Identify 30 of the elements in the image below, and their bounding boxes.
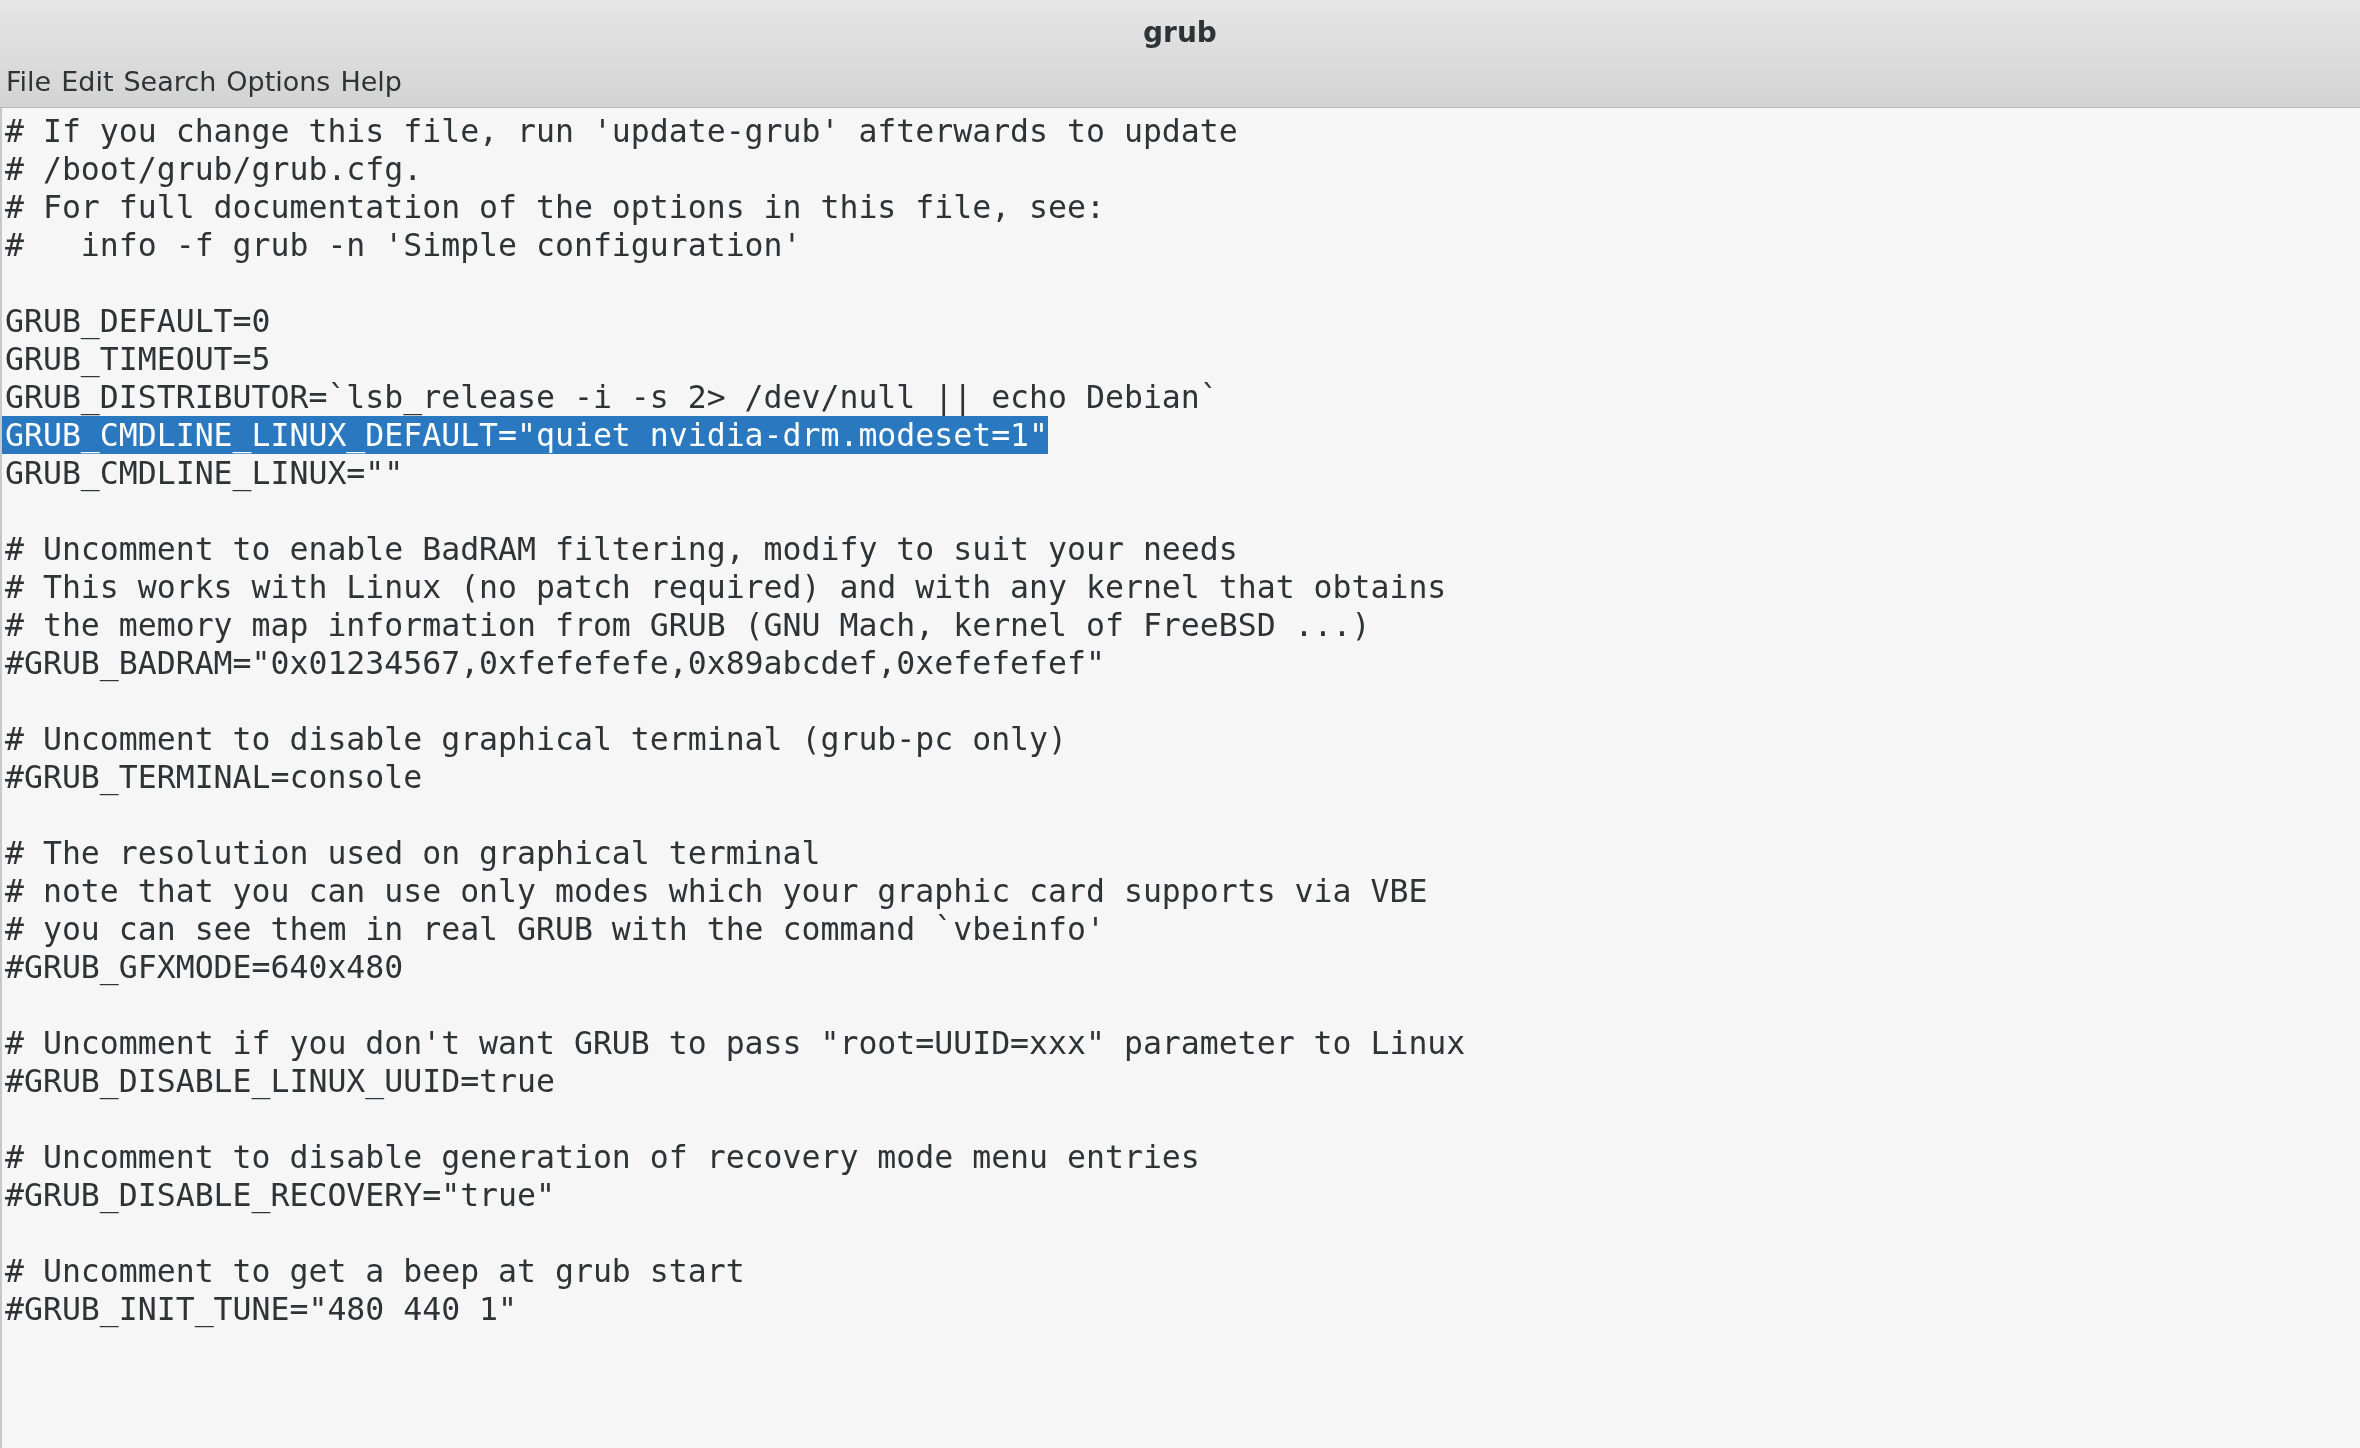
code-line: #GRUB_INIT_TUNE="480 440 1" [4, 1290, 518, 1328]
menu-item[interactable]: File [6, 64, 52, 100]
window-title: grub [1143, 16, 1217, 49]
code-line: #GRUB_TERMINAL=console [4, 758, 423, 796]
code-line: # Uncomment to disable graphical terminal (grub-pc only) [4, 720, 1068, 758]
code-line: #GRUB_GFXMODE=640x480 [4, 948, 404, 986]
code-line: # If you change this file, run 'update-grub' afterwards to update [4, 112, 1238, 150]
code-line: GRUB_CMDLINE_LINUX="" [4, 454, 404, 492]
code-line: # note that you can use only modes which your graphic card supports via VBE [4, 872, 1428, 910]
code-line: #GRUB_DISABLE_LINUX_UUID=true [4, 1062, 555, 1100]
menu-item[interactable]: Options [226, 64, 331, 100]
code-line: # This works with Linux (no patch required) and with any kernel that obtains [4, 568, 1447, 606]
menu-item[interactable]: Edit [61, 64, 114, 100]
code-line: # you can see them in real GRUB with the command `vbeinfo' [4, 910, 1105, 948]
code-line: GRUB_DEFAULT=0 [4, 302, 271, 340]
code-line: GRUB_DISTRIBUTOR=`lsb_release -i -s 2> /dev/null || echo Debian` [4, 378, 1219, 416]
code-line: # Uncomment to get a beep at grub start [4, 1252, 745, 1290]
code-line: # info -f grub -n 'Simple configuration' [4, 226, 802, 264]
code-line: # Uncomment to disable generation of recovery mode menu entries [4, 1138, 1200, 1176]
menu-item[interactable]: Help [340, 64, 402, 100]
code-line: # Uncomment if you don't want GRUB to pass "root=UUID=xxx" parameter to Linux [4, 1024, 1466, 1062]
code-line: #GRUB_BADRAM="0x01234567,0xfefefefe,0x89abcdef,0xefefefef" [4, 644, 1105, 682]
code-line: # /boot/grub/grub.cfg. [4, 150, 423, 188]
menu-item[interactable]: Search [123, 64, 217, 100]
code-line: #GRUB_DISABLE_RECOVERY="true" [4, 1176, 555, 1214]
code-line: GRUB_TIMEOUT=5 [4, 340, 271, 378]
code-line: # For full documentation of the options in this file, see: [4, 188, 1105, 226]
code-line: # Uncomment to enable BadRAM filtering, modify to suit your needs [4, 530, 1238, 568]
code-line: # The resolution used on graphical terminal [4, 834, 821, 872]
code-line: # the memory map information from GRUB (GNU Mach, kernel of FreeBSD ...) [4, 606, 1371, 644]
